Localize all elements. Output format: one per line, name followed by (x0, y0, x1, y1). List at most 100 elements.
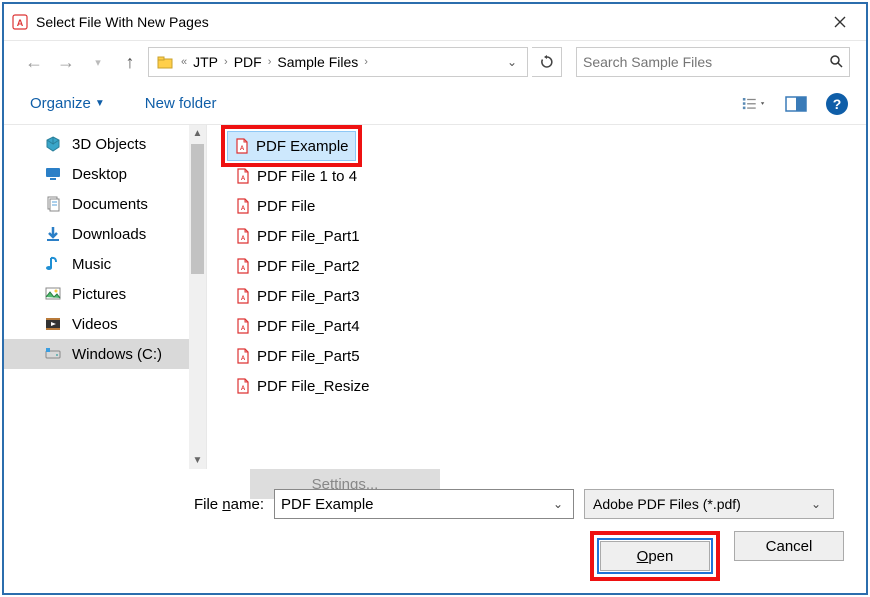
footer: File name: ⌄ Adobe PDF Files (*.pdf) ⌄ O… (4, 477, 866, 593)
file-name: PDF Example (256, 138, 349, 155)
preview-pane-button[interactable] (784, 92, 808, 116)
file-name: PDF File (257, 198, 315, 215)
file-item[interactable]: A PDF File_Part4 (229, 311, 366, 341)
file-item[interactable]: APDF File_Part1 (229, 221, 366, 251)
sidebar-item-label: Windows (C:) (72, 346, 162, 363)
sidebar-item-downloads[interactable]: Downloads (4, 219, 206, 249)
breadcrumb-seg-0[interactable]: JTP (189, 52, 222, 72)
sidebar-item-label: Videos (72, 316, 118, 333)
breadcrumb-seg-1[interactable]: PDF (230, 52, 266, 72)
filename-label: File name: (24, 496, 264, 513)
pdf-icon: A (235, 198, 251, 214)
svg-text:A: A (241, 386, 246, 392)
file-name: PDF File 1 to 4 (257, 168, 357, 185)
sidebar-item-label: Pictures (72, 286, 126, 303)
file-item[interactable]: APDF File_Part3 (229, 281, 366, 311)
pdf-icon: A (235, 258, 251, 274)
pdf-icon: A (235, 378, 251, 394)
sidebar-item-3d-objects[interactable]: 3D Objects (4, 129, 206, 159)
pdf-icon: A (235, 288, 251, 304)
svg-text:A: A (241, 296, 246, 302)
sidebar-item-label: Music (72, 256, 111, 273)
chevron-icon: › (268, 56, 272, 68)
file-name: PDF File_Resize (257, 378, 370, 395)
scroll-thumb[interactable] (191, 144, 204, 274)
filetype-combo[interactable]: Adobe PDF Files (*.pdf) ⌄ (584, 489, 834, 519)
breadcrumb-root[interactable] (153, 53, 179, 71)
cancel-button[interactable]: Cancel (734, 531, 844, 561)
organize-button[interactable]: Organize ▼ (22, 89, 113, 118)
svg-text:A: A (241, 236, 246, 242)
highlight-open: Open (590, 531, 720, 581)
file-name: PDF File_Part4 (257, 318, 360, 335)
drive-icon (44, 345, 62, 363)
pdf-icon: A (235, 228, 251, 244)
desktop-icon (44, 165, 62, 183)
window-title: Select File With New Pages (36, 14, 816, 30)
search-box[interactable] (576, 47, 850, 77)
file-item[interactable]: A PDF File_Resize (229, 371, 376, 401)
help-button[interactable]: ? (826, 93, 848, 115)
pdf-icon: A (235, 348, 251, 364)
nav-up-button[interactable]: ↑ (116, 48, 144, 76)
svg-text:A: A (241, 266, 246, 272)
dialog-window: A Select File With New Pages ← → ▾ ↑ « J… (2, 2, 868, 595)
svg-text:A: A (241, 206, 246, 212)
file-item[interactable]: A PDF File 1 to 4 (229, 161, 363, 191)
sidebar-scrollbar[interactable]: ▲ ▼ (189, 125, 206, 469)
documents-icon (44, 195, 62, 213)
titlebar: A Select File With New Pages (4, 4, 866, 41)
chevron-down-icon: ⌄ (807, 497, 825, 511)
chevron-icon: › (224, 56, 228, 68)
nav-forward-button[interactable]: → (52, 48, 80, 76)
sidebar-item-pictures[interactable]: Pictures (4, 279, 206, 309)
3d-icon (44, 135, 62, 153)
new-folder-button[interactable]: New folder (137, 89, 225, 118)
sidebar-item-videos[interactable]: Videos (4, 309, 206, 339)
content-area: 3D Objects Desktop Documents Downloads Music… (4, 125, 866, 469)
pdf-icon: A (234, 138, 250, 154)
sidebar-item-desktop[interactable]: Desktop (4, 159, 206, 189)
breadcrumb-seg-2[interactable]: Sample Files (273, 52, 362, 72)
sidebar-item-windows-c-[interactable]: Windows (C:) (4, 339, 206, 369)
file-item[interactable]: A PDF Example (227, 131, 356, 161)
toolbar: Organize ▼ New folder ? (4, 83, 866, 125)
file-list[interactable]: APDF ExampleAPDF File 1 to 4APDF FileAPD… (207, 125, 866, 469)
chevron-icon: › (364, 56, 368, 68)
search-icon[interactable] (829, 54, 843, 71)
file-item[interactable]: A PDF File (229, 191, 321, 221)
open-button[interactable]: Open (600, 541, 710, 571)
view-mode-button[interactable] (742, 92, 766, 116)
sidebar-item-label: Desktop (72, 166, 127, 183)
sidebar-item-label: 3D Objects (72, 136, 146, 153)
filename-field[interactable] (281, 496, 549, 513)
svg-text:A: A (17, 18, 24, 28)
filename-input[interactable]: ⌄ (274, 489, 574, 519)
pdf-icon: A (235, 318, 251, 334)
close-button[interactable] (816, 4, 864, 40)
pictures-icon (44, 285, 62, 303)
scroll-down-button[interactable]: ▼ (189, 452, 206, 469)
svg-text:A: A (241, 356, 246, 362)
navbar: ← → ▾ ↑ « JTP › PDF › Sample Files › ⌄ (4, 41, 866, 83)
sidebar-item-documents[interactable]: Documents (4, 189, 206, 219)
svg-text:A: A (240, 146, 245, 152)
pdf-icon: A (235, 168, 251, 184)
search-input[interactable] (583, 54, 829, 70)
filename-dropdown[interactable]: ⌄ (549, 497, 567, 511)
sidebar-item-music[interactable]: Music (4, 249, 206, 279)
file-name: PDF File_Part5 (257, 348, 360, 365)
chevron-icon: « (181, 56, 187, 68)
videos-icon (44, 315, 62, 333)
sidebar-item-label: Documents (72, 196, 148, 213)
scroll-up-button[interactable]: ▲ (189, 125, 206, 142)
refresh-button[interactable] (532, 47, 562, 77)
file-item[interactable]: APDF File_Part2 (229, 251, 366, 281)
nav-recent-dropdown[interactable]: ▾ (84, 48, 112, 76)
sidebar: 3D Objects Desktop Documents Downloads Music… (4, 125, 207, 469)
path-dropdown[interactable]: ⌄ (501, 55, 523, 69)
file-item[interactable]: A PDF File_Part5 (229, 341, 366, 371)
nav-back-button[interactable]: ← (20, 48, 48, 76)
breadcrumb[interactable]: « JTP › PDF › Sample Files › ⌄ (148, 47, 528, 77)
downloads-icon (44, 225, 62, 243)
